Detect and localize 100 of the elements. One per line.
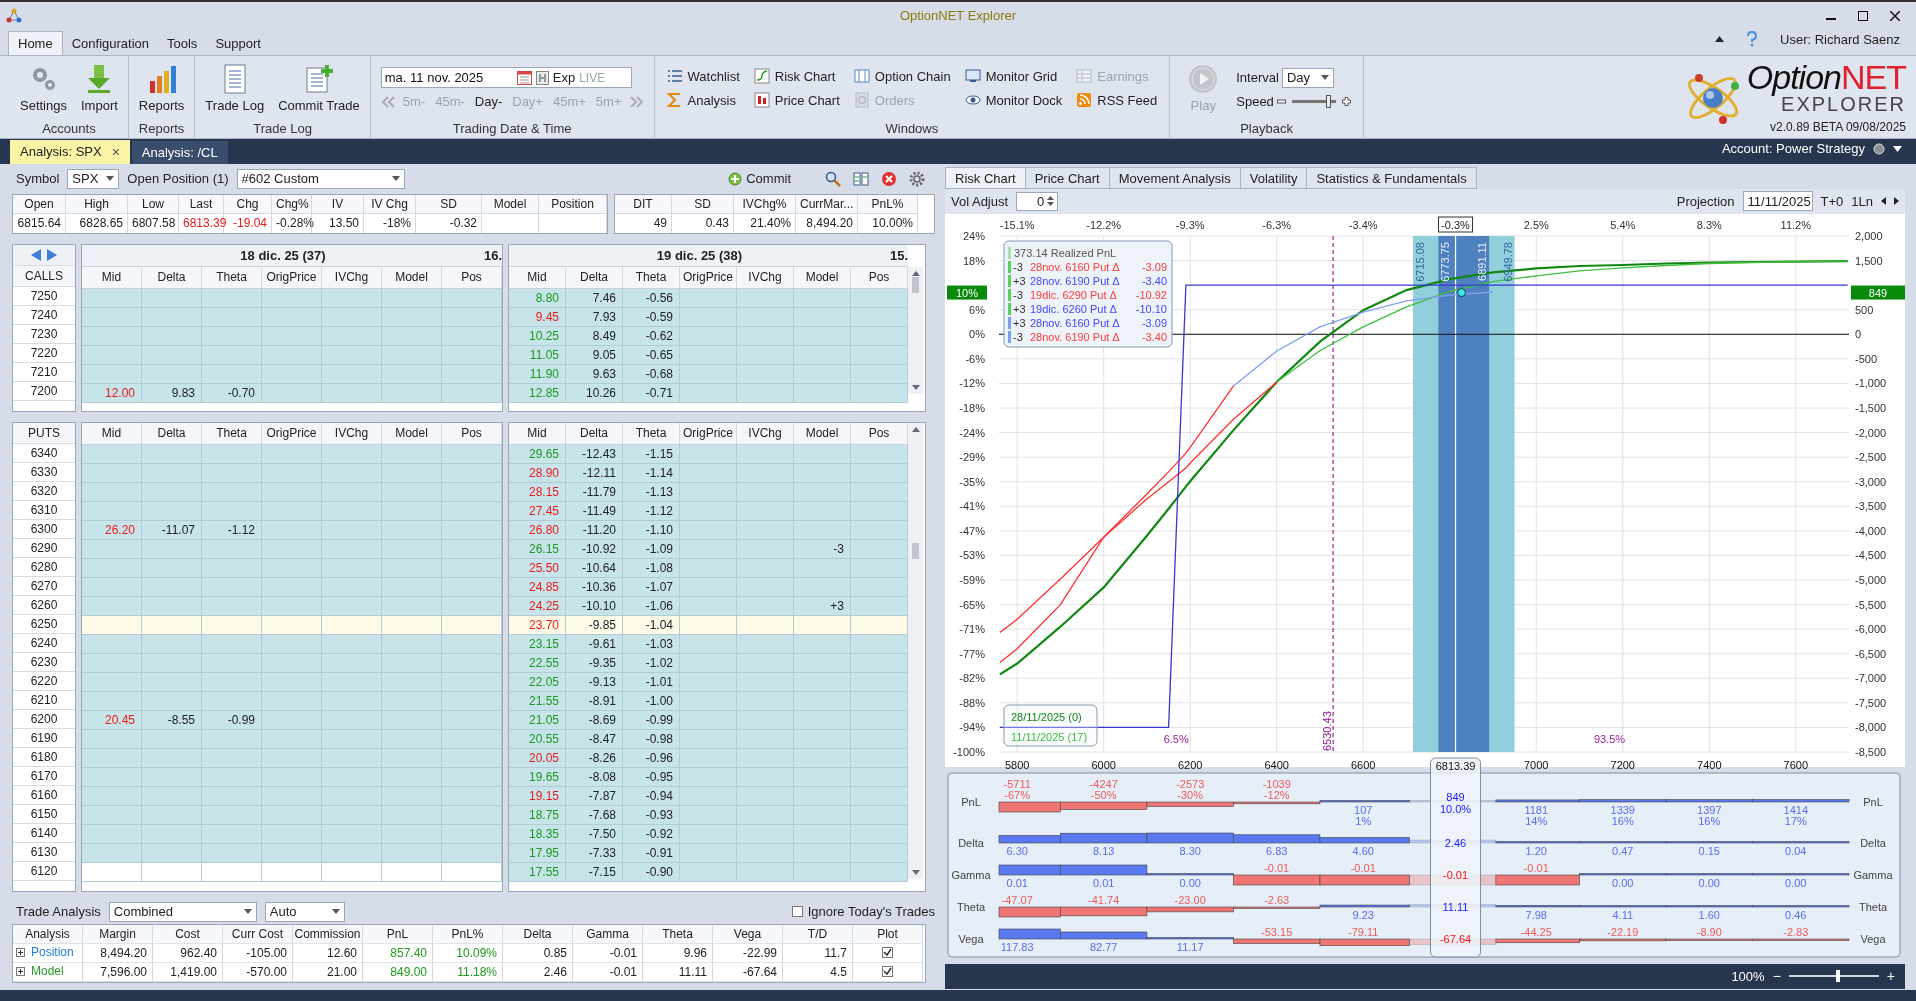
document-tab[interactable]: Analysis: SPX × xyxy=(10,139,130,164)
table-cell: -8.08 xyxy=(566,767,623,787)
chart-tab[interactable]: Price Chart xyxy=(1024,166,1110,189)
row-name[interactable]: Position xyxy=(31,943,74,963)
previous-icon[interactable] xyxy=(1881,197,1886,206)
scroll-down-icon[interactable] xyxy=(911,869,920,875)
legend-text: 28nov. 6190 Put Δ xyxy=(1030,274,1120,287)
scrollbar-thumb[interactable] xyxy=(912,542,919,559)
chart-tab[interactable]: Statistics & Fundamentals xyxy=(1306,166,1477,189)
slider-thumb[interactable] xyxy=(1836,970,1841,983)
scrollbar[interactable] xyxy=(908,266,923,394)
plus-icon[interactable] xyxy=(1341,96,1351,106)
menu-tab[interactable]: Tools xyxy=(158,31,207,55)
scroll-down-icon[interactable] xyxy=(911,384,920,390)
scrollbar[interactable] xyxy=(908,422,923,879)
settings-icon[interactable] xyxy=(909,170,925,187)
minus-icon[interactable] xyxy=(1276,96,1286,106)
greek-value: -4247 xyxy=(1089,777,1118,790)
slider-thumb[interactable] xyxy=(1326,94,1332,108)
step-button[interactable]: Day- xyxy=(472,94,505,110)
ribbon-button[interactable]: Trade Log xyxy=(201,61,269,116)
greek-value: 14% xyxy=(1525,814,1548,827)
expiry-value: 16. xyxy=(483,247,502,263)
table-cell: -10.64 xyxy=(566,558,623,578)
greek-value: 8.30 xyxy=(1179,844,1201,857)
ribbon-button[interactable]: Commit Trade xyxy=(274,61,364,116)
close-icon[interactable] xyxy=(1890,10,1900,21)
commit-button[interactable]: Commit xyxy=(722,170,797,188)
document-tab[interactable]: Analysis: /CL xyxy=(131,140,228,164)
columns-icon[interactable] xyxy=(853,170,869,187)
ribbon-button[interactable]: Risk Chart xyxy=(751,67,842,86)
ribbon-button[interactable]: Watchlist xyxy=(664,67,742,86)
ribbon-button[interactable]: Option Chain xyxy=(851,67,953,86)
greek-bar xyxy=(998,928,1061,939)
ribbon-button[interactable]: Settings xyxy=(16,61,71,116)
step-icon[interactable] xyxy=(535,70,549,85)
table-cell: -18% xyxy=(364,213,416,233)
interval-label: Interval xyxy=(1236,70,1279,86)
scrollbar-thumb[interactable] xyxy=(912,277,919,294)
scroll-up-icon[interactable] xyxy=(911,270,920,276)
calendar-icon[interactable] xyxy=(516,70,532,85)
ribbon-button[interactable]: Reports xyxy=(134,61,189,116)
checkbox[interactable] xyxy=(882,966,893,978)
caret-icon xyxy=(391,176,400,182)
caret-icon[interactable] xyxy=(1893,145,1902,152)
greek-value: -67.64 xyxy=(1439,932,1472,945)
expand-icon[interactable] xyxy=(16,967,25,977)
collapse-icon[interactable] xyxy=(1715,36,1725,43)
table-cell: -7.33 xyxy=(566,843,623,863)
zoom-out-button[interactable]: − xyxy=(1772,968,1781,985)
table-cell: -10.10 xyxy=(566,596,623,616)
search-icon[interactable] xyxy=(825,170,841,187)
checkbox[interactable] xyxy=(882,947,893,959)
expand-icon[interactable] xyxy=(16,948,25,958)
next-icon[interactable] xyxy=(1894,197,1899,206)
ribbon-button[interactable]: Monitor Grid xyxy=(962,67,1065,86)
chart-tab[interactable]: Risk Chart xyxy=(945,166,1026,189)
axis-label: -94% xyxy=(959,721,985,734)
menu-tab[interactable]: Configuration xyxy=(62,31,158,55)
column-header: PnL% xyxy=(433,924,503,944)
table-cell: 6240 xyxy=(13,633,75,653)
table-cell: -8.26 xyxy=(566,748,623,768)
scroll-up-icon[interactable] xyxy=(911,426,920,432)
menu-tab[interactable]: Support xyxy=(206,31,270,55)
symbol-dropdown[interactable]: SPX xyxy=(67,168,120,189)
table-cell: -10.36 xyxy=(566,577,623,597)
zoom-in-button[interactable]: + xyxy=(1886,968,1895,985)
chart-tab[interactable]: Movement Analysis xyxy=(1108,166,1241,189)
ribbon-button[interactable]: Import xyxy=(77,61,122,116)
table-cell: -0.94 xyxy=(623,786,680,806)
range-dropdown[interactable]: Auto xyxy=(264,901,345,922)
table-cell: -1.12 xyxy=(623,501,680,521)
ribbon-button[interactable]: Price Chart xyxy=(751,91,842,110)
table-cell: -0.98 xyxy=(623,729,680,749)
position-dropdown[interactable]: #602 Custom xyxy=(236,168,405,189)
account-label: Account: Power Strategy xyxy=(1721,141,1865,157)
interval-dropdown[interactable]: Day xyxy=(1281,67,1334,88)
ribbon-button[interactable]: Analysis xyxy=(664,91,742,110)
chart-tab[interactable]: Volatility xyxy=(1239,166,1308,189)
date-picker[interactable]: ma. 11 nov. 2025 Exp LIVE xyxy=(380,67,632,89)
projection-dropdown[interactable]: 11/11/2025 xyxy=(1742,191,1813,212)
ribbon-button[interactable]: Monitor Dock xyxy=(962,91,1065,110)
close-button[interactable]: × xyxy=(111,143,120,160)
greek-value: -1039 xyxy=(1262,777,1291,790)
table-cell: 18.75 xyxy=(509,805,566,825)
table-cell: -0.59 xyxy=(623,307,680,327)
mode-dropdown[interactable]: Combined xyxy=(108,901,257,922)
checkbox[interactable] xyxy=(791,906,803,918)
row-name[interactable]: Model xyxy=(31,962,64,982)
series-label: 11/11/2025 (17) xyxy=(1011,730,1088,743)
menu-tab[interactable]: Home xyxy=(8,30,63,55)
table-cell: -0.62 xyxy=(623,326,680,346)
maximize-icon[interactable] xyxy=(1858,10,1868,21)
ribbon-button[interactable]: RSS Feed xyxy=(1074,91,1160,110)
vol-adjust-field[interactable]: 0 xyxy=(1016,191,1059,211)
table-cell: 20.55 xyxy=(509,729,566,749)
axis-label: -6.3% xyxy=(1262,218,1292,231)
table-cell: 6250 xyxy=(13,614,75,634)
table-cell: -0.96 xyxy=(623,748,680,768)
spinner-icon[interactable] xyxy=(1047,195,1055,208)
